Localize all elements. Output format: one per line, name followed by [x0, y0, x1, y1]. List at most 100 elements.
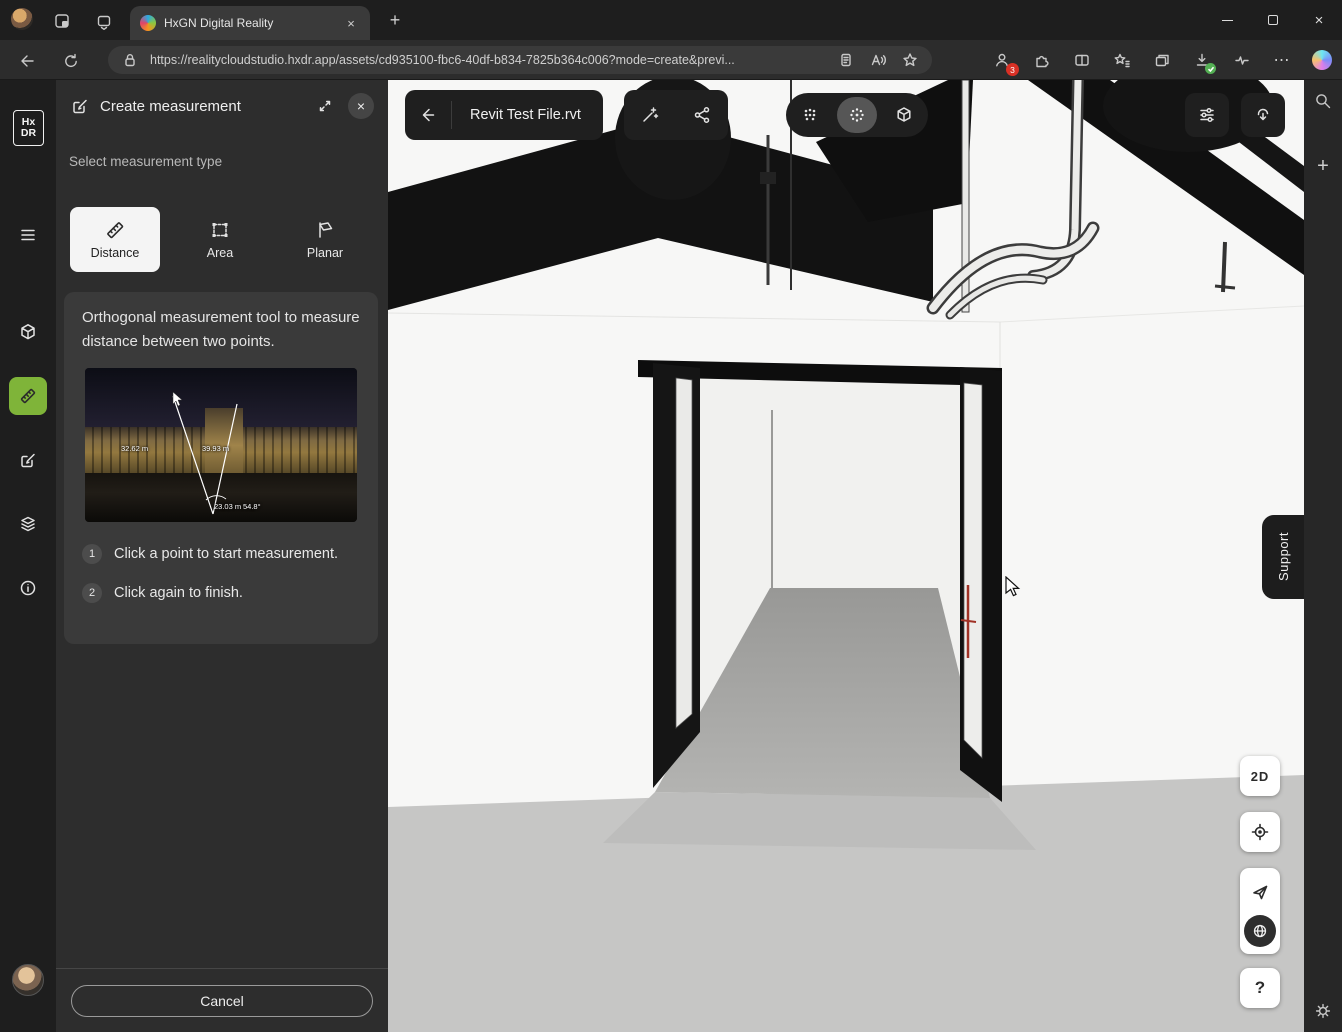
lock-icon: [118, 48, 142, 72]
collapse-panel-button[interactable]: [312, 93, 338, 119]
tab-close-icon[interactable]: ×: [342, 14, 360, 32]
preview-label: 39.93 m: [202, 444, 229, 453]
distance-icon: [104, 219, 126, 241]
url-text: https://realitycloudstudio.hxdr.app/asse…: [150, 53, 826, 67]
locate-button[interactable]: [1240, 812, 1280, 852]
back-button[interactable]: [14, 48, 40, 74]
measurement-type-row: Distance Area Planar: [70, 207, 374, 272]
sidebar-item-assets[interactable]: [9, 313, 47, 351]
view-pointcloud-button[interactable]: [790, 97, 830, 133]
address-bar[interactable]: https://realitycloudstudio.hxdr.app/asse…: [108, 46, 932, 74]
browser-essentials-button[interactable]: [1226, 44, 1258, 76]
minimize-button[interactable]: [1204, 0, 1250, 40]
collections-button[interactable]: [1146, 44, 1178, 76]
corridor: [638, 360, 1002, 802]
globe-mode-button[interactable]: [1244, 915, 1276, 947]
close-panel-button[interactable]: ×: [348, 93, 374, 119]
viewport-3d[interactable]: Revit Test File.rvt: [388, 80, 1304, 1032]
close-button[interactable]: ×: [1296, 0, 1342, 40]
cancel-button[interactable]: Cancel: [71, 985, 373, 1017]
copilot-button[interactable]: [1306, 44, 1338, 76]
share-button[interactable]: [682, 95, 722, 135]
extensions-button[interactable]: [1026, 44, 1058, 76]
browser-tab[interactable]: HxGN Digital Reality ×: [130, 6, 370, 40]
profile-badge: 3: [1006, 63, 1019, 76]
favorite-this-page-button[interactable]: [898, 48, 922, 72]
favorites-button[interactable]: [1106, 44, 1138, 76]
download-model-button[interactable]: [1241, 93, 1285, 137]
navigation-mode-group: [1240, 868, 1280, 954]
ruler-icon: [18, 386, 38, 406]
maximize-button[interactable]: [1250, 0, 1296, 40]
mesh-model-icon: [894, 105, 914, 125]
settings-menu-button[interactable]: ⋯: [1266, 44, 1298, 76]
viewport-tools: [624, 90, 728, 140]
split-screen-button[interactable]: [1066, 44, 1098, 76]
maximize-icon: [1268, 15, 1278, 25]
sidebar-settings-button[interactable]: [1311, 999, 1335, 1023]
toggle-2d-button[interactable]: 2D: [1240, 756, 1280, 796]
type-distance-button[interactable]: Distance: [70, 207, 160, 272]
view-hybrid-button[interactable]: [837, 97, 877, 133]
share-icon: [692, 105, 712, 125]
downloads-button[interactable]: [1186, 44, 1218, 76]
sidebar-item-info[interactable]: [9, 569, 47, 607]
browser-profile-avatar[interactable]: [11, 8, 33, 30]
type-planar-button[interactable]: Planar: [280, 207, 370, 272]
logo-text-bottom: DR: [21, 128, 36, 139]
sliders-icon: [1197, 105, 1217, 125]
sidebar-add-button[interactable]: +: [1311, 154, 1335, 178]
panel-title: Create measurement: [100, 98, 302, 115]
collapse-icon: [316, 97, 334, 115]
help-button[interactable]: ?: [1240, 968, 1280, 1008]
profile-button[interactable]: 3: [986, 44, 1018, 76]
step-row: 2 Click again to finish.: [82, 581, 362, 606]
step-row: 1 Click a point to start measurement.: [82, 542, 362, 567]
browser-essentials-icon: [1233, 51, 1251, 69]
type-area-button[interactable]: Area: [175, 207, 265, 272]
tab-strip: HxGN Digital Reality × + ×: [0, 0, 1342, 40]
preview-label: 23.03 m: [214, 502, 241, 511]
star-icon: [901, 51, 919, 69]
hamburger-icon: [18, 225, 38, 245]
menu-button[interactable]: [9, 216, 47, 254]
create-measurement-panel: Create measurement × Select measurement …: [56, 80, 388, 1032]
user-avatar[interactable]: [12, 964, 44, 996]
sidebar-item-layers[interactable]: [9, 505, 47, 543]
tab-actions-button[interactable]: [94, 11, 114, 31]
fly-mode-button[interactable]: [1244, 876, 1276, 908]
sidebar-item-markup[interactable]: [9, 441, 47, 479]
tab-actions-icon: [95, 12, 113, 30]
sidebar-item-measure[interactable]: [9, 377, 47, 415]
browser-window: HxGN Digital Reality × + × https://reali…: [0, 0, 1342, 1032]
point-cloud-icon: [800, 105, 820, 125]
mouse-cursor: [1005, 576, 1025, 598]
view-mesh-button[interactable]: [884, 97, 924, 133]
view-settings-button[interactable]: [1185, 93, 1229, 137]
create-measurement-icon: [70, 96, 90, 116]
refresh-icon: [62, 52, 80, 70]
new-tab-button[interactable]: +: [384, 9, 406, 31]
read-aloud-icon: [869, 51, 887, 69]
preview-label: 54.8°: [243, 502, 261, 511]
info-icon: [18, 578, 38, 598]
panel-header: Create measurement ×: [56, 80, 388, 132]
support-tab[interactable]: Support: [1262, 515, 1304, 599]
support-label: Support: [1276, 532, 1291, 581]
refresh-button[interactable]: [58, 48, 84, 74]
hybrid-view-icon: [847, 105, 867, 125]
cube-icon: [18, 322, 38, 342]
collections-icon: [1153, 51, 1171, 69]
read-aloud-button[interactable]: [866, 48, 890, 72]
sidebar-search-button[interactable]: [1311, 89, 1335, 113]
reading-mode-button[interactable]: [834, 48, 858, 72]
browser-toolbar: https://realitycloudstudio.hxdr.app/asse…: [0, 40, 1342, 80]
magic-wand-button[interactable]: [630, 95, 670, 135]
preview-label: 32.62 m: [121, 444, 148, 453]
step-number: 2: [82, 583, 102, 603]
viewport-back-button[interactable]: [405, 90, 451, 140]
back-icon: [18, 52, 36, 70]
toolbar-actions: 3: [986, 44, 1338, 76]
workspaces-button[interactable]: [52, 11, 72, 31]
steps-list: 1 Click a point to start measurement. 2 …: [82, 542, 362, 619]
